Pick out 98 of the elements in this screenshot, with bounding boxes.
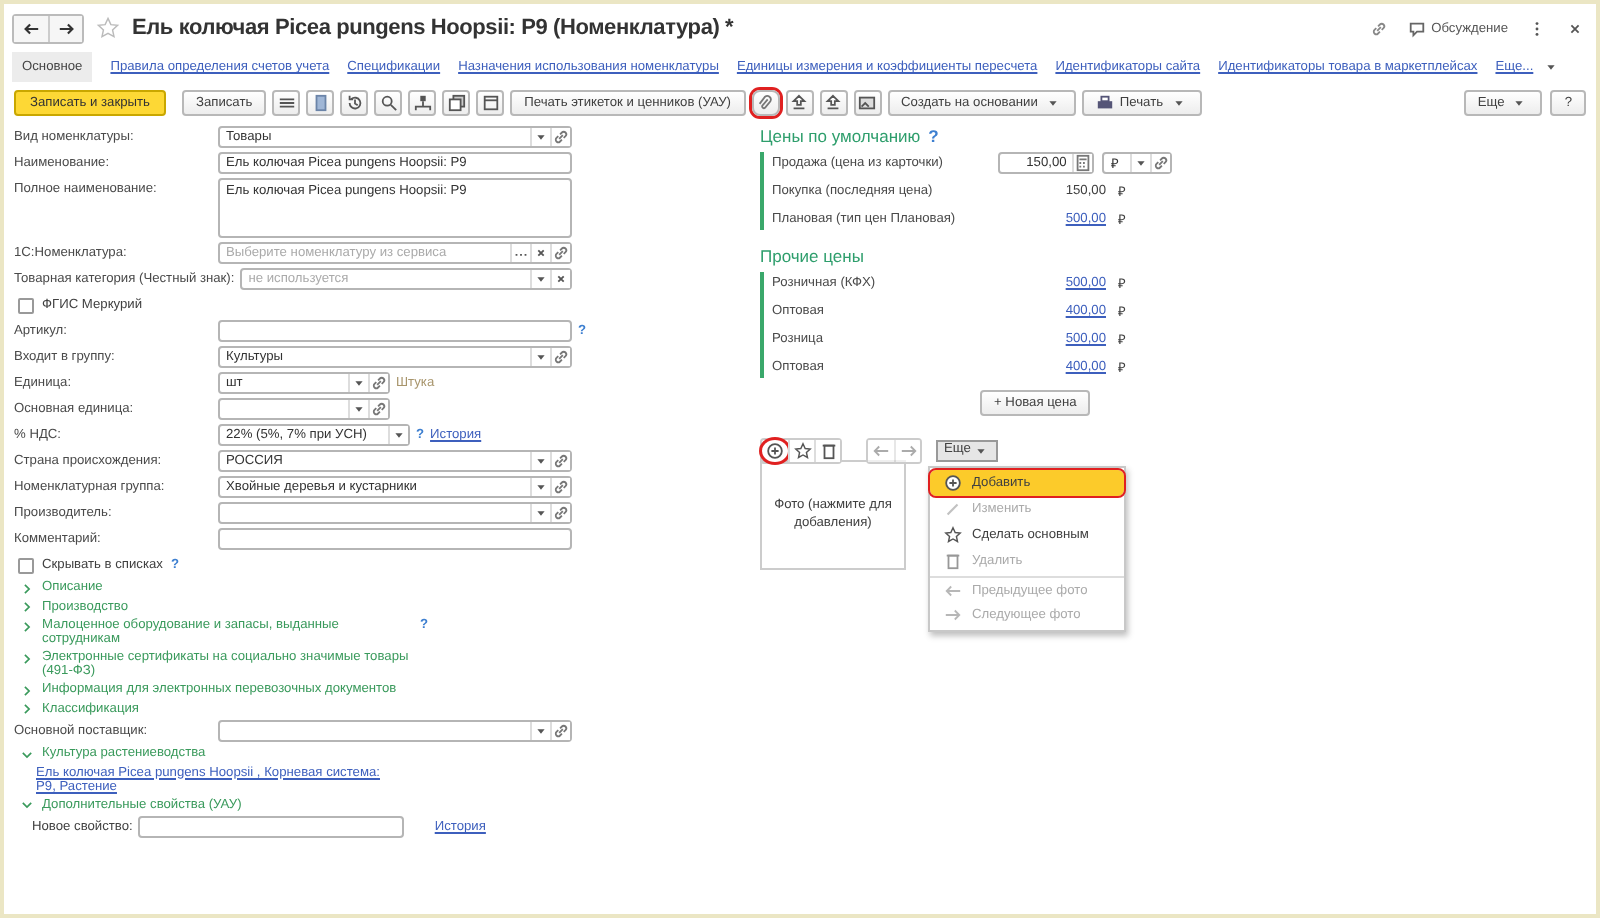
star-icon — [944, 526, 962, 544]
dropdown-button[interactable] — [530, 348, 550, 366]
input-field[interactable] — [138, 816, 405, 838]
arrow-left-icon — [944, 581, 962, 599]
chat-icon — [1407, 19, 1426, 37]
upload-icon — [824, 94, 842, 112]
link-icon — [552, 128, 570, 146]
link-icon — [370, 400, 388, 418]
link-icon — [1369, 19, 1388, 37]
arrow-right-icon — [944, 606, 962, 624]
trash-icon — [819, 442, 837, 460]
dropdown-field[interactable] — [218, 398, 390, 420]
chevron-down-icon — [20, 798, 34, 812]
dropdown-button[interactable] — [530, 504, 550, 522]
dropdown-button[interactable] — [530, 452, 550, 470]
plus-circle-icon — [766, 442, 784, 460]
input-field[interactable] — [218, 528, 572, 550]
upload-icon — [790, 94, 808, 112]
hierarchy-icon — [413, 94, 432, 112]
open-button[interactable] — [550, 128, 570, 146]
dropdown-button[interactable] — [530, 128, 550, 146]
arrow-left-icon — [872, 442, 890, 460]
help-link[interactable]: ? — [928, 126, 939, 146]
link-icon — [552, 504, 570, 522]
checkbox[interactable] — [18, 297, 34, 313]
arrow-right-icon — [899, 442, 917, 460]
star-icon — [96, 16, 120, 40]
clear-button[interactable] — [550, 270, 570, 288]
photo-tool-button[interactable] — [788, 440, 814, 462]
link-icon — [552, 722, 570, 740]
clear-icon — [552, 270, 570, 288]
dropdown-button[interactable] — [388, 426, 408, 444]
star-icon — [793, 442, 811, 460]
dropdown-button[interactable] — [348, 400, 368, 418]
photo-tool-button[interactable] — [762, 440, 788, 462]
checkbox[interactable] — [18, 557, 34, 573]
dropdown-button[interactable] — [530, 270, 550, 288]
input-field[interactable] — [218, 320, 572, 342]
list-icon — [277, 94, 296, 112]
link-icon — [552, 348, 570, 366]
clear-icon — [532, 244, 550, 262]
report-icon — [481, 94, 500, 112]
calculator-icon — [1074, 154, 1093, 172]
open-button[interactable] — [368, 374, 388, 392]
history-icon — [345, 94, 364, 112]
toolbar-button[interactable] — [408, 90, 437, 116]
link-icon — [552, 244, 570, 262]
trash-icon — [944, 552, 962, 570]
open-button[interactable] — [550, 348, 570, 366]
toolbar-button[interactable] — [272, 90, 301, 116]
dropdown-field[interactable] — [218, 502, 572, 524]
toolbar-button[interactable] — [853, 90, 881, 116]
chevron-down-icon — [20, 747, 34, 761]
open-button[interactable] — [550, 244, 570, 262]
link-icon — [1152, 154, 1171, 172]
dropdown-button[interactable] — [530, 478, 550, 496]
toolbar-button[interactable] — [374, 90, 403, 116]
printer-icon — [1095, 94, 1114, 112]
dropdown-button[interactable] — [348, 374, 368, 392]
select-button[interactable] — [510, 244, 530, 262]
clear-button[interactable] — [530, 244, 550, 262]
dropdown-field[interactable] — [218, 720, 572, 742]
toolbar-button[interactable] — [751, 90, 779, 116]
pencil-icon — [944, 500, 962, 518]
link-icon — [552, 452, 570, 470]
document-icon — [311, 94, 330, 112]
open-button[interactable] — [550, 722, 570, 740]
window-title: Ель колючая Picea pungens Hoopsii: P9 (Номенклатура) * — [132, 16, 734, 40]
open-button[interactable] — [550, 478, 570, 496]
picture-icon — [858, 94, 876, 112]
toolbar-button[interactable] — [306, 90, 335, 116]
chevron-right-icon — [20, 651, 34, 665]
open-button[interactable] — [550, 452, 570, 470]
close-icon — [1566, 19, 1584, 37]
photo-tool-button[interactable] — [814, 440, 840, 462]
link-icon — [370, 374, 388, 392]
copies-icon — [447, 94, 466, 112]
link-icon — [552, 478, 570, 496]
open-button[interactable] — [368, 400, 388, 418]
toolbar-button[interactable] — [442, 90, 471, 116]
toolbar-button[interactable] — [785, 90, 813, 116]
forward-button[interactable] — [48, 15, 82, 41]
arrow-right-icon — [57, 19, 75, 37]
plus-circle-icon — [944, 474, 962, 492]
toolbar-button[interactable] — [819, 90, 847, 116]
dropdown-button[interactable] — [1130, 154, 1151, 172]
paperclip-icon — [756, 94, 774, 112]
arrow-left-icon — [22, 19, 40, 37]
toolbar-button[interactable] — [340, 90, 369, 116]
search-icon — [379, 94, 398, 112]
calculator-button[interactable] — [1072, 154, 1093, 172]
toolbar-button[interactable] — [476, 90, 505, 116]
open-button[interactable] — [550, 504, 570, 522]
section-title: Цены по умолчанию — [760, 126, 921, 146]
open-button[interactable] — [1150, 154, 1171, 172]
back-button[interactable] — [14, 15, 48, 41]
section-title: Прочие цены — [760, 246, 864, 266]
dropdown-button[interactable] — [530, 722, 550, 740]
